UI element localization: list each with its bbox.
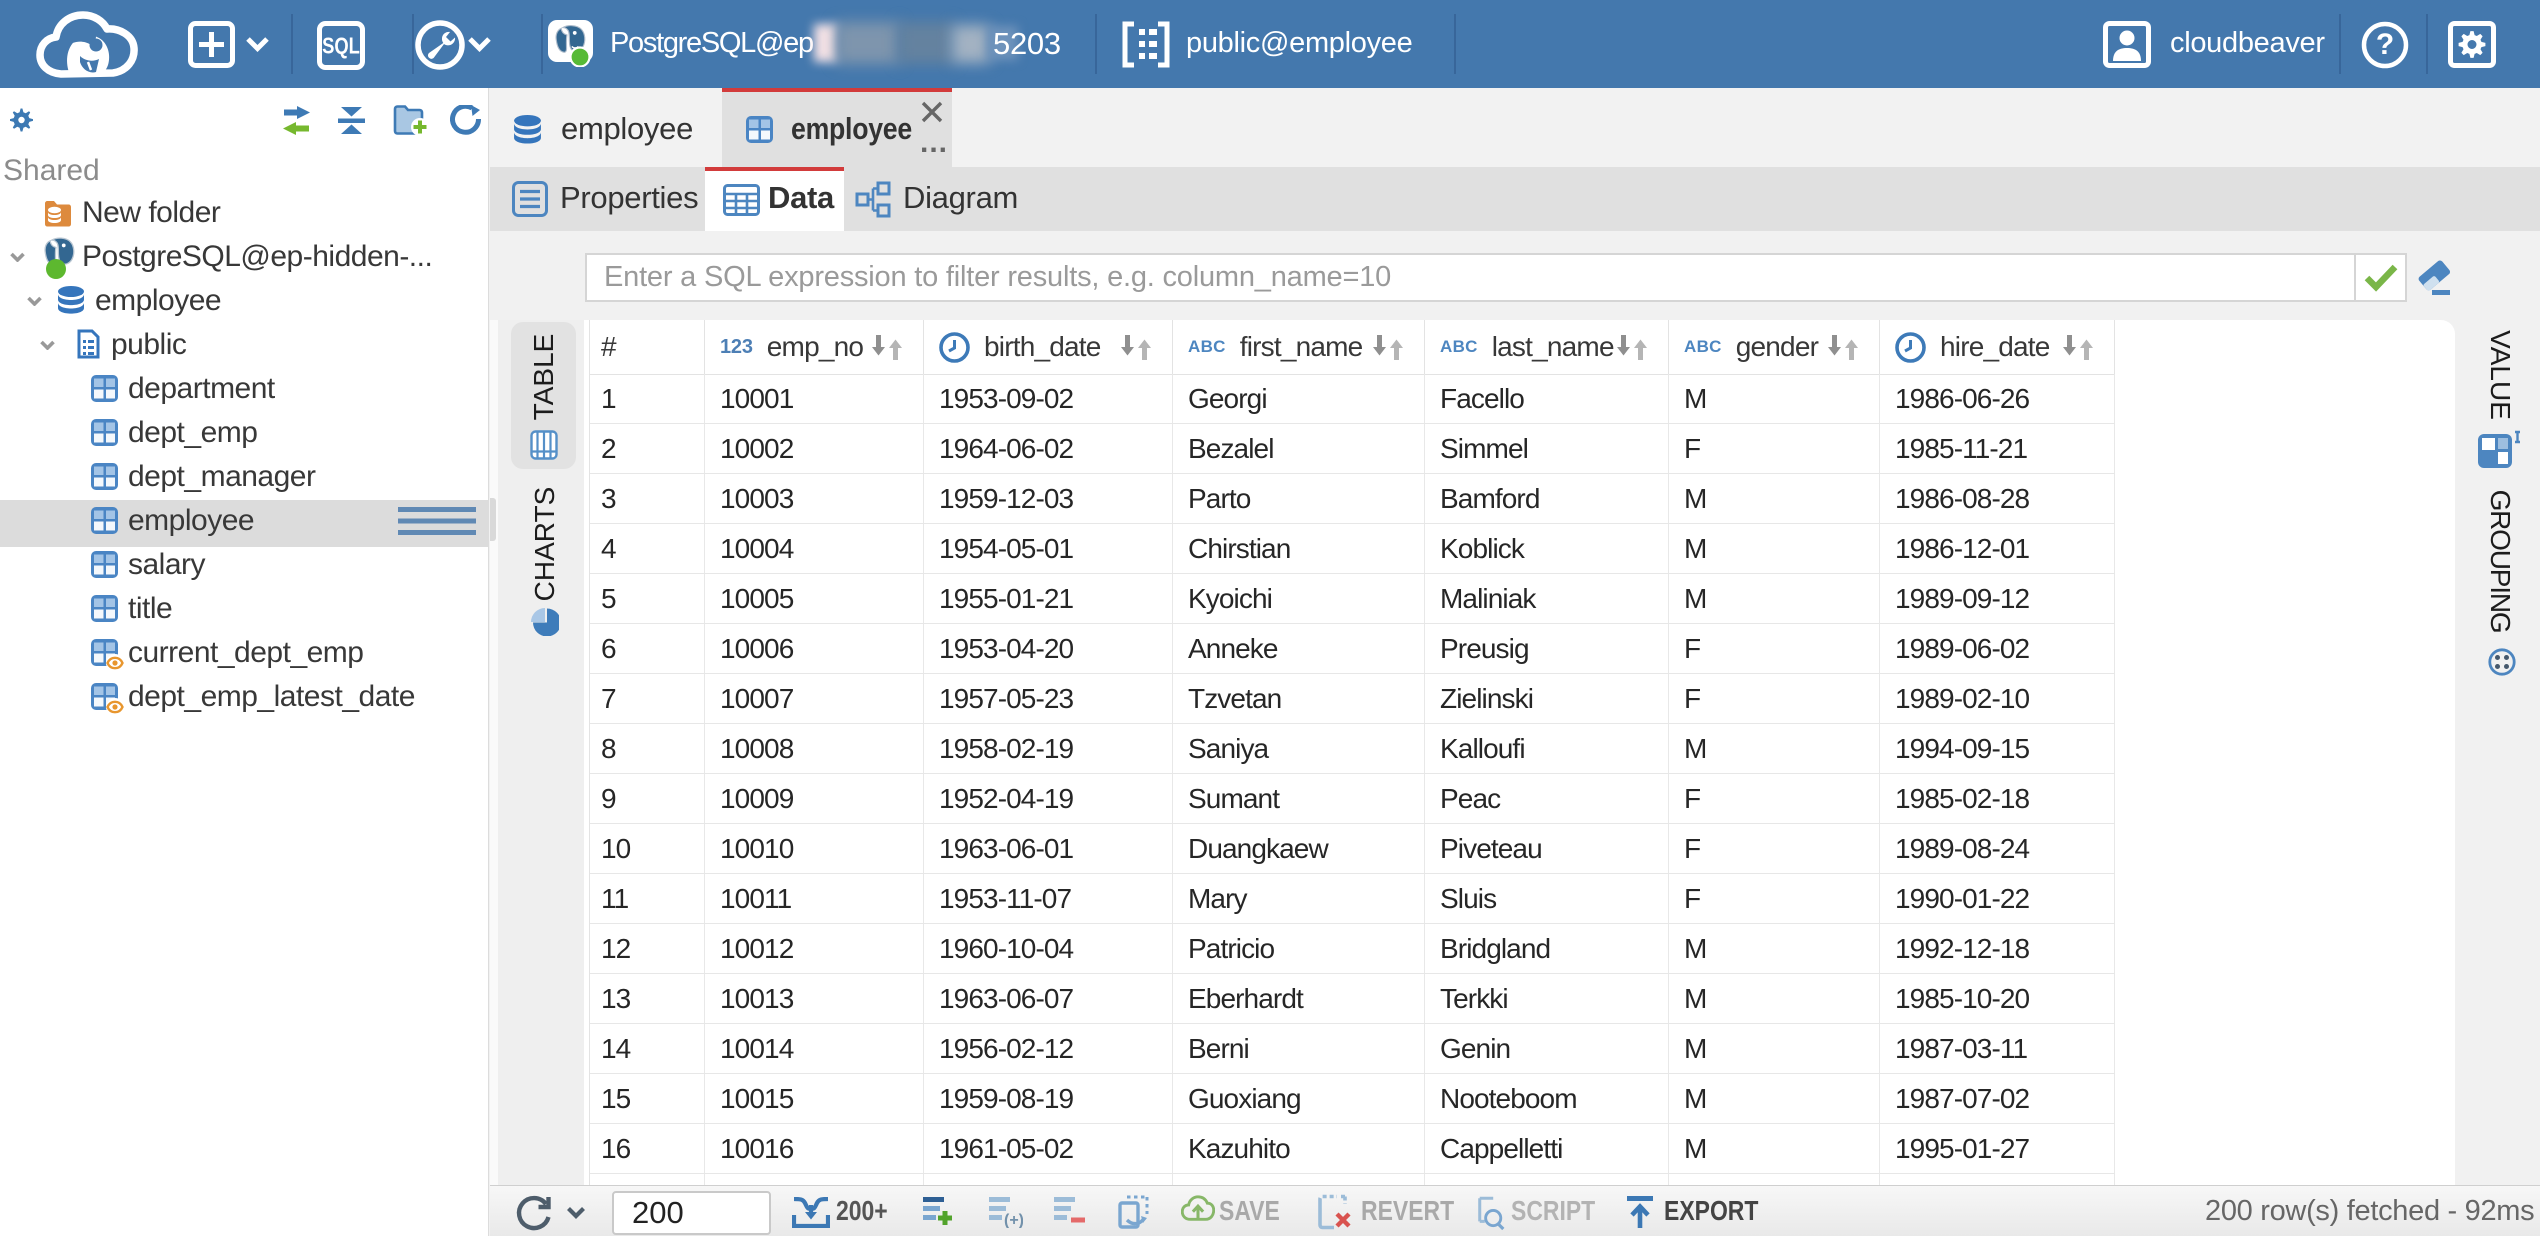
svg-text:SQL: SQL — [322, 34, 360, 59]
svg-text:?: ? — [2376, 28, 2394, 61]
svg-text:(+): (+) — [1004, 1212, 1023, 1228]
